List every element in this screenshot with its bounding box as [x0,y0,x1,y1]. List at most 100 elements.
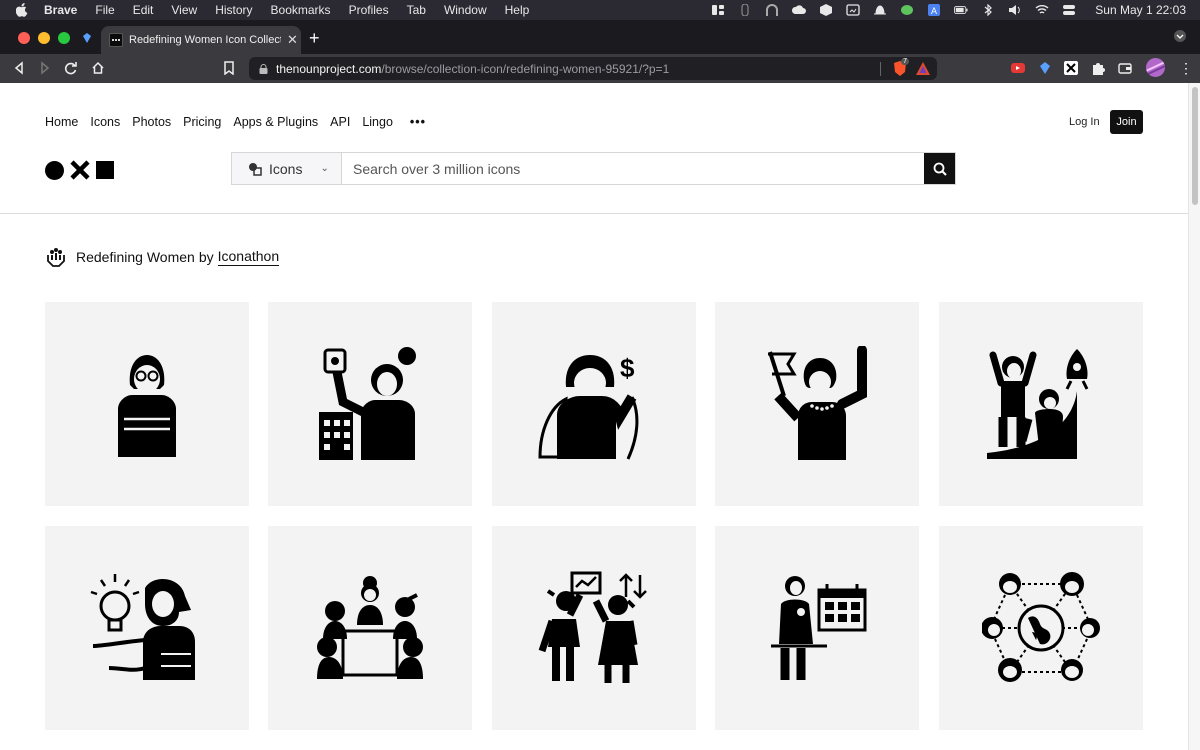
home-icon[interactable] [91,61,105,75]
search-type-dropdown[interactable]: Icons ⌄ [232,153,342,184]
menubar-clock[interactable]: Sun May 1 22:03 [1095,3,1186,17]
translate-icon[interactable]: A [927,4,941,16]
window-layout-icon[interactable] [711,4,725,16]
control-center-icon[interactable] [1062,4,1076,16]
search-button[interactable] [924,153,955,184]
forward-icon[interactable] [38,61,52,75]
page-scrollbar[interactable] [1188,83,1200,750]
apple-icon[interactable] [16,3,28,17]
line-app-icon[interactable] [900,4,914,16]
pinned-tab-diamond-icon[interactable] [81,32,93,44]
icon-card[interactable] [45,302,249,506]
menu-file[interactable]: File [95,3,114,17]
woman-arms-crossed-icon [118,355,176,457]
nav-more-button[interactable]: ••• [410,115,426,129]
scrollbar-thumb[interactable] [1192,87,1198,205]
lock-icon [259,63,268,74]
login-link[interactable]: Log In [1069,116,1100,128]
monitor-icon[interactable] [846,4,860,16]
icon-card[interactable] [492,526,696,730]
close-tab-icon[interactable]: ✕ [287,32,298,48]
bookmark-icon[interactable] [223,61,235,75]
icon-card[interactable] [45,526,249,730]
woman-lightbulb-idea-icon [90,574,195,680]
browser-menu-icon[interactable]: ⋮ [1179,60,1193,77]
cloud-icon[interactable] [792,4,807,16]
extension-x-icon[interactable] [1063,60,1079,76]
women-global-network-icon [982,572,1100,682]
web-page: Home Icons Photos Pricing Apps & Plugins… [0,83,1188,750]
mother-child-calendar-icon [771,576,867,680]
nav-apps-plugins[interactable]: Apps & Plugins [233,115,318,129]
icon-card[interactable] [939,526,1143,730]
collection-hands-icon [47,248,65,267]
menu-view[interactable]: View [171,3,197,17]
nav-pricing[interactable]: Pricing [183,115,221,129]
women-meeting-table-icon [317,576,423,679]
wifi-icon[interactable] [1035,4,1049,16]
address-bar[interactable]: thenounproject.com /browse/collection-ic… [249,57,937,80]
volume-icon[interactable] [1008,4,1022,16]
nav-home[interactable]: Home [45,115,78,129]
nav-lingo[interactable]: Lingo [362,115,393,129]
reload-icon[interactable] [64,61,78,75]
menu-edit[interactable]: Edit [133,3,154,17]
urlbar-separator [880,62,881,76]
window-controls [18,32,70,44]
mouse-icon[interactable] [738,4,752,16]
nav-icons[interactable]: Icons [90,115,120,129]
back-icon[interactable] [12,61,26,75]
bluetooth-icon[interactable] [981,4,995,16]
collection-by: by [198,249,214,265]
zoom-window-button[interactable] [58,32,70,44]
menu-window[interactable]: Window [444,3,487,17]
menu-tab[interactable]: Tab [407,3,426,17]
icon-card[interactable]: $ [492,302,696,506]
menu-profiles[interactable]: Profiles [349,3,389,17]
logo-x-icon [70,160,90,180]
extension-diamond-icon[interactable] [1037,60,1053,76]
brave-rewards-icon[interactable] [916,62,930,75]
hexagon-app-icon[interactable] [819,4,833,16]
woman-holding-money-building-icon [319,347,416,460]
shields-count-badge: 7 [901,58,909,65]
collection-title: Redefining Women [76,249,195,265]
app-menu-brave[interactable]: Brave [44,3,77,17]
logo-circle-icon [45,160,64,180]
collection-author-link[interactable]: Iconathon [217,248,280,266]
arc-icon[interactable] [765,4,779,16]
menu-help[interactable]: Help [505,3,530,17]
noun-project-favicon-icon [109,33,123,47]
battery-icon[interactable] [954,4,968,16]
hat-icon[interactable] [873,4,887,16]
minimize-window-button[interactable] [38,32,50,44]
url-path: /browse/collection-icon/redefining-women… [381,61,670,76]
icon-card[interactable] [268,526,472,730]
browser-toolbar: thenounproject.com /browse/collection-ic… [0,54,1200,83]
woman-superhero-dollar-icon: $ [538,353,639,460]
icon-card[interactable] [715,302,919,506]
browser-tab-strip: Redefining Women Icon Collection ✕ + [0,20,1200,54]
extensions-puzzle-icon[interactable] [1090,60,1106,76]
icon-card[interactable] [939,302,1143,506]
join-button[interactable]: Join [1110,110,1143,134]
menu-history[interactable]: History [215,3,252,17]
svg-text:$: $ [620,353,635,383]
close-window-button[interactable] [18,32,30,44]
extension-video-icon[interactable] [1010,60,1026,76]
wallet-icon[interactable] [1117,60,1133,76]
nav-api[interactable]: API [330,115,350,129]
nav-photos[interactable]: Photos [132,115,171,129]
url-host: thenounproject.com [276,61,382,76]
profile-avatar-icon[interactable] [1146,58,1165,77]
active-tab[interactable]: Redefining Women Icon Collection ✕ [101,26,301,54]
icon-card[interactable] [715,526,919,730]
tab-search-chevron-icon[interactable] [1174,30,1186,42]
search-input[interactable] [342,153,924,184]
collection-heading: Redefining Women by Iconathon [45,246,280,268]
new-tab-button[interactable]: + [309,28,320,49]
icon-card[interactable] [268,302,472,506]
logo-square-icon [96,161,114,179]
noun-project-logo[interactable] [45,160,114,180]
menu-bookmarks[interactable]: Bookmarks [271,3,331,17]
